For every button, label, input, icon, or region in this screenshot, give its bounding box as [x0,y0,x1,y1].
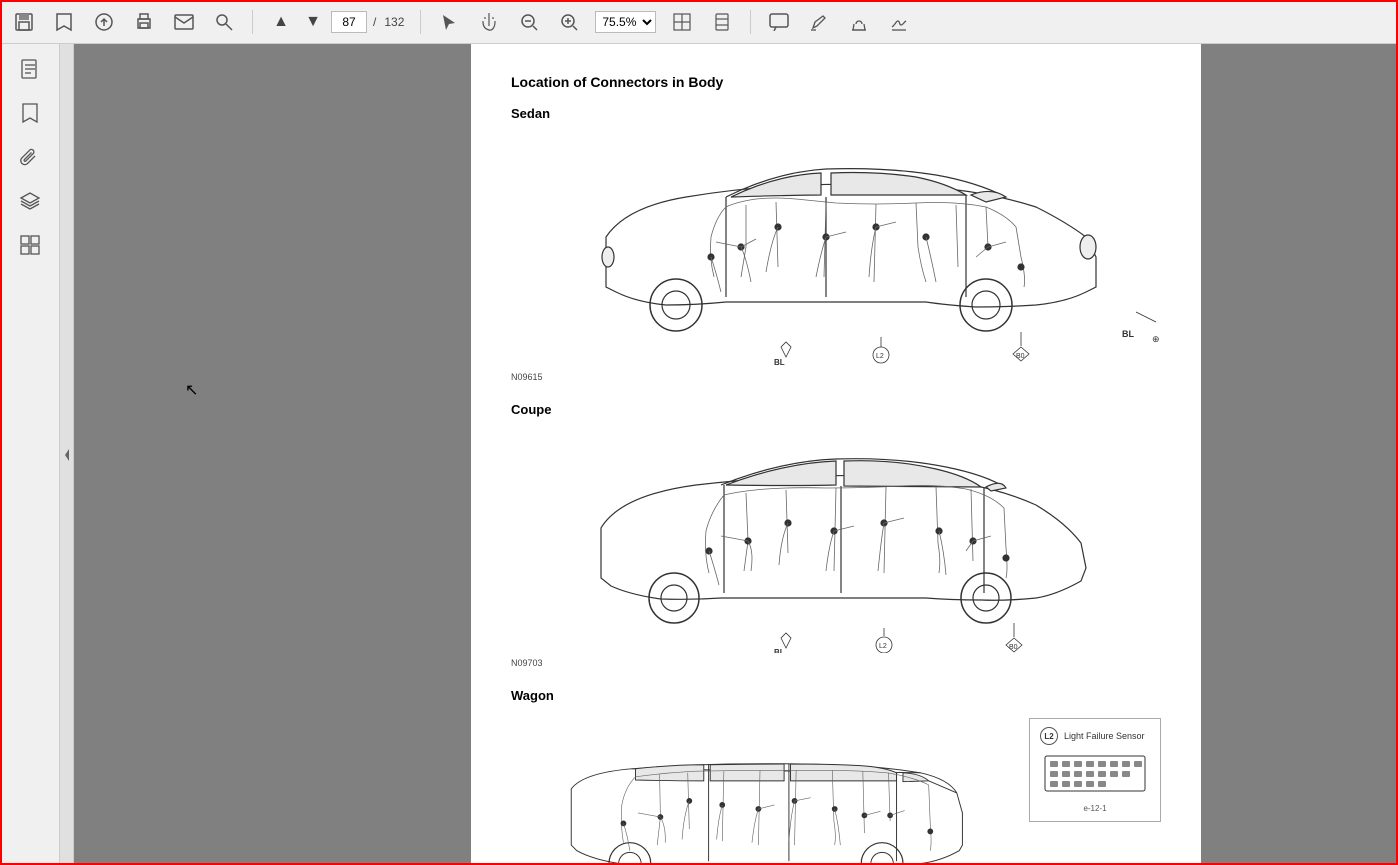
sidebar-icon-content[interactable] [15,230,45,260]
coupe-caption: N09703 [511,658,1161,668]
zoom-selector[interactable]: 75.5% 50% 75% 100% 125% 150% [595,11,656,33]
sign-button[interactable] [885,8,913,36]
legend-diagram [1040,751,1150,801]
page-navigation: ▲ ▼ / 132 [267,8,406,36]
separator-3 [750,10,751,34]
bookmark-button[interactable] [50,8,78,36]
sidebar-icon-pages[interactable] [15,54,45,84]
separator-2 [420,10,421,34]
page-total: 132 [382,15,406,29]
sidebar-icon-bookmarks[interactable] [15,98,45,128]
zoom-in-button[interactable] [555,8,583,36]
wagon-label: Wagon [511,688,1009,703]
left-sidebar [0,44,60,865]
separator-1 [252,10,253,34]
svg-text:BL: BL [774,648,785,653]
legend-box: L2 Light Failure Sensor [1029,718,1161,822]
page-up-button[interactable]: ▲ [267,8,295,36]
pan-tool-button[interactable] [475,8,503,36]
print-button[interactable] [130,8,158,36]
sedan-label: Sedan [511,106,1161,121]
sedan-diagram: Sedan [511,106,1161,382]
select-tool-button[interactable] [435,8,463,36]
upload-button[interactable] [90,8,118,36]
legend-symbol: L2 [1040,727,1058,745]
coupe-diagram: Coupe [511,402,1161,668]
fit-page-button[interactable] [668,8,696,36]
comment-button[interactable] [765,8,793,36]
sidebar-icon-layers[interactable] [15,186,45,216]
page-number-input[interactable] [331,11,367,33]
sidebar-icon-attachments[interactable] [15,142,45,172]
markup-button[interactable] [805,8,833,36]
sedan-caption: N09615 [511,372,1161,382]
page-canvas: Location of Connectors in Body Sedan [471,44,1201,865]
zoom-out-button[interactable] [515,8,543,36]
email-button[interactable] [170,8,198,36]
document-area[interactable]: Location of Connectors in Body Sedan [274,44,1398,865]
legend-title: Light Failure Sensor [1064,731,1145,741]
wagon-svg: BL L2 B0 BR [511,709,1009,865]
wagon-diagram: Wagon [511,688,1009,865]
page-title: Location of Connectors in Body [511,74,1161,90]
svg-text:⊕: ⊕ [1152,334,1160,344]
svg-text:BL: BL [1122,329,1134,339]
main-layout: Location of Connectors in Body Sedan [0,44,1398,865]
page-down-button[interactable]: ▼ [299,8,327,36]
coupe-svg: BL L2 B0 [511,423,1161,653]
coupe-label: Coupe [511,402,1161,417]
sedan-svg: BL ⊕ BL L2 B0 [511,127,1161,367]
svg-text:B0: B0 [1016,353,1025,360]
search-button[interactable] [210,8,238,36]
legend-subtitle: e-12-1 [1040,804,1150,813]
side-panel [74,44,274,865]
collapse-panel-handle[interactable] [60,44,74,865]
svg-text:BL: BL [774,358,785,367]
page-separator: / [371,15,378,29]
save-button[interactable] [10,8,38,36]
svg-text:B0: B0 [1009,644,1018,651]
toolbar: ▲ ▼ / 132 75.5% 50% 75% 1 [0,0,1398,44]
scroll-mode-button[interactable] [708,8,736,36]
svg-text:L2: L2 [879,643,887,650]
svg-text:L2: L2 [876,353,884,360]
stamp-button[interactable] [845,8,873,36]
